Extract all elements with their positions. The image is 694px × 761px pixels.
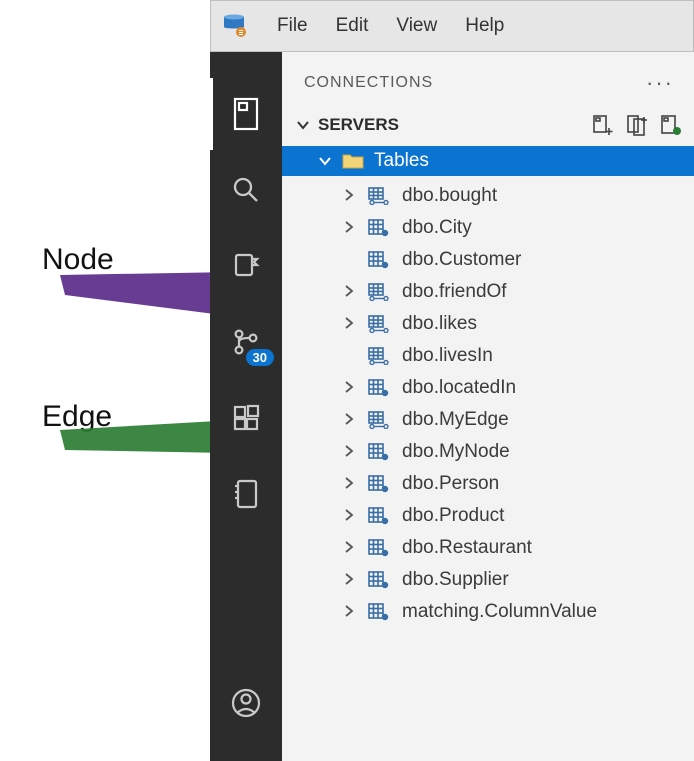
table-name: dbo.bought — [402, 185, 497, 207]
activity-extensions-icon[interactable] — [228, 400, 264, 436]
table-name: dbo.Product — [402, 505, 504, 527]
servers-section-header[interactable]: SERVERS — [282, 108, 694, 146]
table-name: dbo.likes — [402, 313, 477, 335]
table-row[interactable]: dbo.Customer — [282, 244, 694, 276]
table-row[interactable]: dbo.likes — [282, 308, 694, 340]
activity-connections-icon[interactable] — [228, 96, 264, 132]
activity-notebook2-icon[interactable] — [228, 476, 264, 512]
menu-help[interactable]: Help — [451, 9, 518, 43]
node-table-icon — [368, 603, 390, 621]
chevron-right-icon[interactable] — [342, 281, 356, 303]
table-row[interactable]: dbo.Product — [282, 500, 694, 532]
chevron-right-icon[interactable] — [342, 569, 356, 591]
chevron-right-icon[interactable] — [342, 473, 356, 495]
table-name: dbo.MyEdge — [402, 409, 509, 431]
chevron-right-icon[interactable] — [342, 217, 356, 239]
edge-table-icon — [368, 347, 390, 365]
chevron-right-icon[interactable] — [342, 409, 356, 431]
source-control-badge: 30 — [246, 349, 274, 366]
chevron-right-icon[interactable] — [342, 537, 356, 559]
edge-table-icon — [368, 283, 390, 301]
edge-table-icon — [368, 411, 390, 429]
edge-table-icon — [368, 187, 390, 205]
panel-title: CONNECTIONS — [304, 74, 433, 92]
table-name: dbo.Supplier — [402, 569, 509, 591]
tables-label: Tables — [374, 150, 429, 172]
activity-source-control-icon[interactable]: 30 — [228, 324, 264, 360]
activity-account-icon[interactable] — [228, 685, 264, 721]
table-row[interactable]: dbo.MyNode — [282, 436, 694, 468]
table-name: dbo.livesIn — [402, 345, 493, 367]
chevron-right-icon[interactable] — [342, 505, 356, 527]
servers-label: SERVERS — [318, 115, 399, 135]
table-row[interactable]: dbo.Restaurant — [282, 532, 694, 564]
table-name: dbo.locatedIn — [402, 377, 516, 399]
activity-search-icon[interactable] — [228, 172, 264, 208]
chevron-right-icon[interactable] — [342, 601, 356, 623]
activity-bar: 30 — [210, 52, 282, 761]
chevron-right-icon[interactable] — [342, 313, 356, 335]
table-name: dbo.Restaurant — [402, 537, 532, 559]
chevron-right-icon[interactable] — [342, 377, 356, 399]
table-row[interactable]: dbo.friendOf — [282, 276, 694, 308]
table-name: dbo.Customer — [402, 249, 521, 271]
menu-edit[interactable]: Edit — [322, 9, 383, 43]
tables-folder-row[interactable]: Tables — [282, 146, 694, 176]
chevron-right-icon[interactable] — [342, 441, 356, 463]
server-status-icon[interactable] — [660, 114, 682, 136]
menubar: FileEditViewHelp — [210, 0, 694, 52]
node-table-icon — [368, 571, 390, 589]
node-table-icon — [368, 219, 390, 237]
chevron-down-icon — [318, 154, 332, 168]
node-table-icon — [368, 475, 390, 493]
table-row[interactable]: dbo.Supplier — [282, 564, 694, 596]
chevron-right-icon[interactable] — [342, 185, 356, 207]
app-logo-icon — [221, 13, 247, 39]
edge-table-icon — [368, 315, 390, 333]
node-table-icon — [368, 539, 390, 557]
table-row[interactable]: dbo.MyEdge — [282, 404, 694, 436]
folder-icon — [342, 153, 364, 169]
new-connection-icon[interactable] — [592, 114, 614, 136]
node-table-icon — [368, 379, 390, 397]
table-name: matching.ColumnValue — [402, 601, 597, 623]
activity-notebooks-icon[interactable] — [228, 248, 264, 284]
node-table-icon — [368, 443, 390, 461]
table-row[interactable]: dbo.livesIn — [282, 340, 694, 372]
table-name: dbo.friendOf — [402, 281, 507, 303]
new-group-icon[interactable] — [626, 114, 648, 136]
connections-panel: CONNECTIONS ··· SERVERS Tables dbo.bough… — [282, 52, 694, 761]
table-name: dbo.City — [402, 217, 472, 239]
table-row[interactable]: dbo.City — [282, 212, 694, 244]
table-name: dbo.Person — [402, 473, 499, 495]
menu-view[interactable]: View — [382, 9, 451, 43]
table-name: dbo.MyNode — [402, 441, 510, 463]
table-list: dbo.bought dbo.City dbo.Customer dbo.friend… — [282, 176, 694, 628]
menu-file[interactable]: File — [263, 9, 322, 43]
chevron-down-icon — [296, 118, 310, 132]
panel-more-icon[interactable]: ··· — [646, 70, 674, 96]
panel-header: CONNECTIONS ··· — [282, 52, 694, 108]
table-row[interactable]: dbo.locatedIn — [282, 372, 694, 404]
table-row[interactable]: matching.ColumnValue — [282, 596, 694, 628]
table-row[interactable]: dbo.Person — [282, 468, 694, 500]
node-table-icon — [368, 507, 390, 525]
table-row[interactable]: dbo.bought — [282, 180, 694, 212]
node-table-icon — [368, 251, 390, 269]
